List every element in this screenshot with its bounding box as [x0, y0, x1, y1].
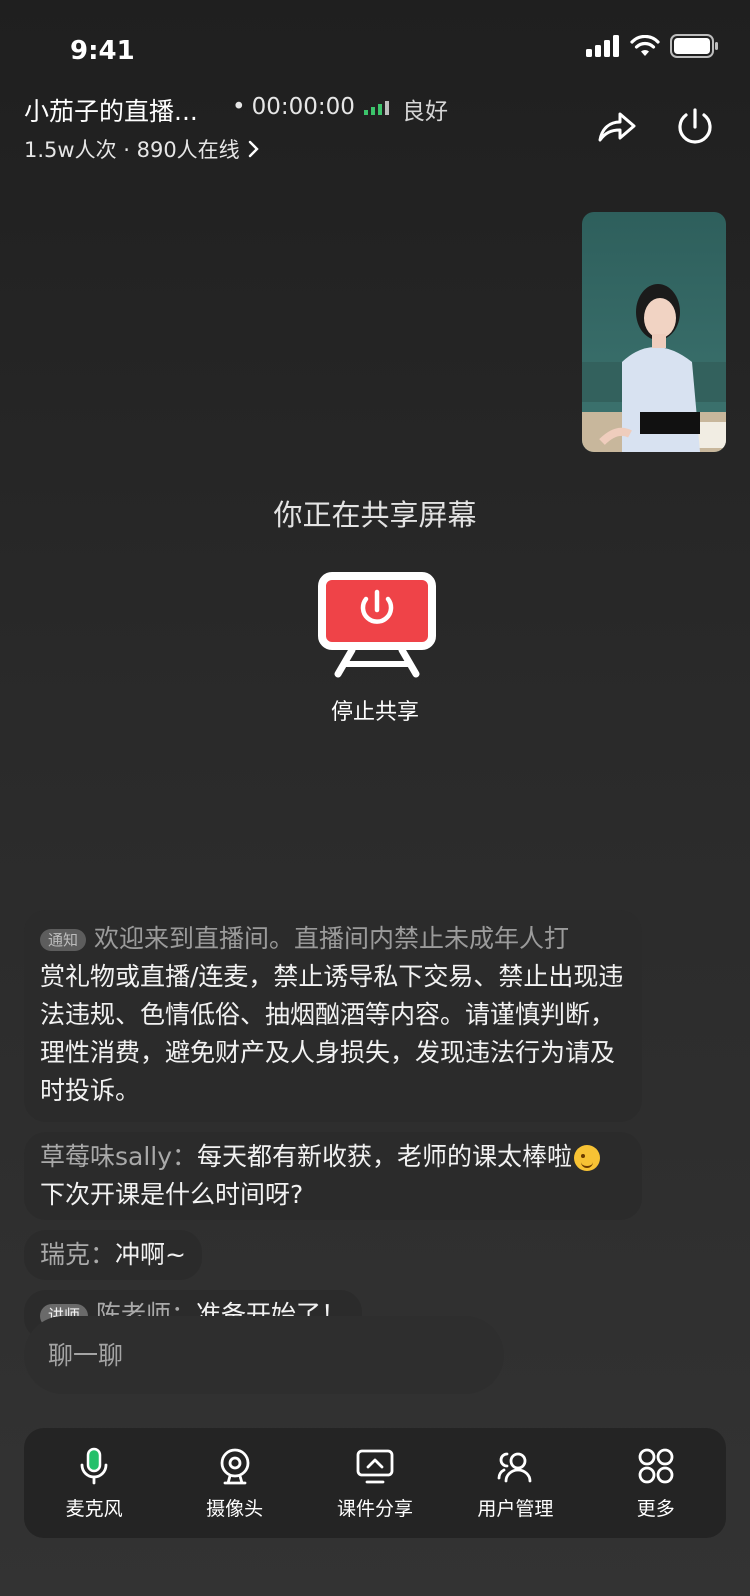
- message-author[interactable]: 草莓味sally：: [40, 1142, 197, 1171]
- notice-tag: 通知: [40, 929, 87, 951]
- viewer-stats-text: 1.5w人次 · 890人在线: [24, 138, 240, 162]
- notice-partial-text: 欢迎来到直播间。直播间内禁止未成年人打: [94, 924, 570, 953]
- chat-input[interactable]: [24, 1316, 504, 1394]
- room-title[interactable]: 小茄子的直播...: [24, 92, 198, 128]
- user-management-button[interactable]: 用户管理: [455, 1446, 575, 1521]
- battery-icon: [670, 34, 718, 58]
- status-icons: [586, 34, 720, 58]
- message-author[interactable]: 瑞克：: [40, 1240, 115, 1269]
- courseware-share-button[interactable]: 课件分享: [315, 1446, 435, 1521]
- courseware-share-label: 课件分享: [336, 1497, 413, 1520]
- notice-body: 赏礼物或直播/连麦，禁止诱导私下交易、禁止出现违法违规、色情低俗、抽烟酗酒等内容…: [40, 962, 624, 1105]
- message-text-cont: 下次开课是什么时间呀?: [40, 1180, 304, 1209]
- stop-share-label[interactable]: 停止共享: [0, 694, 750, 726]
- cellular-signal-icon: [586, 35, 619, 57]
- viewer-stats[interactable]: 1.5w人次 · 890人在线: [24, 134, 260, 164]
- message-text: 每天都有新收获，老师的课太棒啦: [197, 1142, 573, 1171]
- teacher-video-image: [582, 212, 726, 452]
- user-management-label: 用户管理: [477, 1497, 554, 1520]
- stop-share-button[interactable]: [318, 572, 436, 678]
- status-bar: 9:41: [0, 0, 750, 88]
- screen-share-status: 你正在共享屏幕: [273, 498, 477, 532]
- microphone-icon: [80, 1447, 108, 1484]
- camera-button[interactable]: 摄像头: [175, 1446, 295, 1521]
- grid-icon: [638, 1448, 674, 1483]
- share-button[interactable]: [596, 106, 638, 148]
- message-text: 冲啊~: [115, 1240, 186, 1269]
- chat-message: 草莓味sally：每天都有新收获，老师的课太棒啦下次开课是什么时间呀?: [24, 1132, 642, 1220]
- camera-label: 摄像头: [206, 1497, 264, 1520]
- microphone-label: 麦克风: [65, 1497, 123, 1520]
- network-signal-icon: [364, 101, 389, 115]
- more-button[interactable]: 更多: [596, 1446, 716, 1521]
- more-label: 更多: [636, 1497, 675, 1520]
- screen-share-icon: [356, 1449, 394, 1483]
- camera-preview[interactable]: [582, 212, 726, 452]
- chevron-right-icon: [248, 140, 259, 158]
- live-header: 小茄子的直播... 00:00:00 良好 1.5w人次 · 890人在线: [24, 88, 726, 178]
- wifi-icon: [630, 35, 660, 56]
- power-off-button[interactable]: [674, 106, 716, 148]
- microphone-button[interactable]: 麦克风: [34, 1446, 154, 1521]
- status-time: 9:41: [70, 36, 135, 66]
- bottom-toolbar: 麦克风 摄像头 课件分享 用户管理 更多: [24, 1428, 726, 1538]
- system-notice: 通知 欢迎来到直播间。直播间内禁止未成年人打 赏礼物或直播/连麦，禁止诱导私下交易…: [24, 910, 642, 1122]
- wink-emoji-icon: [574, 1145, 601, 1171]
- users-icon: [497, 1452, 532, 1482]
- notice-first-line: 通知 欢迎来到直播间。直播间内禁止未成年人打: [40, 920, 626, 958]
- chat-list[interactable]: 通知 欢迎来到直播间。直播间内禁止未成年人打 赏礼物或直播/连麦，禁止诱导私下交易…: [24, 910, 644, 1340]
- network-status: 良好: [402, 99, 448, 125]
- live-timer: 00:00:00: [232, 94, 355, 120]
- chat-message: 瑞克：冲啊~: [24, 1230, 202, 1280]
- camera-icon: [220, 1448, 249, 1484]
